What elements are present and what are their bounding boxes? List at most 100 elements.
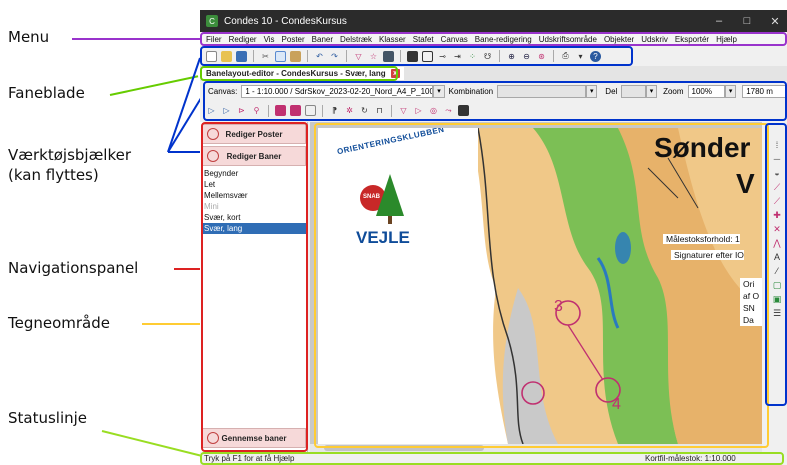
course-icon[interactable]: ☆ xyxy=(368,51,379,62)
chevron-down-icon[interactable]: ▾ xyxy=(575,51,586,62)
select-multi-icon[interactable]: ▷ xyxy=(221,105,232,116)
undo-icon[interactable]: ↶ xyxy=(314,51,325,62)
grid-icon[interactable] xyxy=(407,50,418,62)
club-badge-text: SNAB xyxy=(363,194,381,200)
minimize-button[interactable]: – xyxy=(705,10,733,32)
edit-controls-button[interactable]: Rediger Poster xyxy=(202,124,306,144)
toolbar-separator xyxy=(268,104,269,117)
key-icon[interactable]: ⊸ xyxy=(437,51,448,62)
cut-icon[interactable]: ✂ xyxy=(260,51,271,62)
new-file-icon[interactable] xyxy=(206,50,217,62)
zoom-in-icon[interactable]: ⊕ xyxy=(506,51,517,62)
canvas-select[interactable]: 1 - 1:10.000 / SdrSkov_2023-02-20_Nord_A… xyxy=(241,84,434,98)
menu-item-rediger[interactable]: Rediger xyxy=(229,35,257,44)
triangle-icon[interactable]: ▷ xyxy=(413,105,424,116)
object-line-icon[interactable]: ─ xyxy=(771,152,783,166)
export-icon[interactable]: ⇥ xyxy=(452,51,463,62)
map-canvas[interactable]: ORIENTERINGSKLUBBEN SNAB VEJLE Sønder V … xyxy=(318,128,762,444)
course-item-let[interactable]: Let xyxy=(202,179,306,190)
select-arrow-icon[interactable]: ▷ xyxy=(206,105,217,116)
object-image-icon[interactable]: ▣ xyxy=(771,292,783,306)
menu-item-stafet[interactable]: Stafet xyxy=(413,35,434,44)
object-zigzag-icon[interactable]: ⋀ xyxy=(771,236,783,250)
chevron-down-icon[interactable]: ▾ xyxy=(724,84,737,98)
drawing-area[interactable]: ORIENTERINGSKLUBBEN SNAB VEJLE Sønder V … xyxy=(310,122,762,452)
open-folder-icon[interactable] xyxy=(221,50,232,62)
link-icon[interactable]: ⚲ xyxy=(251,105,262,116)
chevron-down-icon[interactable]: ▾ xyxy=(433,84,445,98)
menu-item-bane-redigering[interactable]: Bane-redigering xyxy=(475,35,532,44)
clip-icon[interactable]: ⊓ xyxy=(374,105,385,116)
frame-icon[interactable] xyxy=(305,105,316,116)
object-cross-icon[interactable]: ✚ xyxy=(771,208,783,222)
remove-control-icon[interactable] xyxy=(290,105,301,116)
copy-icon[interactable] xyxy=(275,50,286,62)
menu-item-baner[interactable]: Baner xyxy=(312,35,333,44)
course-item-mellemsvaer[interactable]: Mellemsvær xyxy=(202,190,306,201)
course-item-mini[interactable]: Mini xyxy=(202,201,306,212)
draw-leg-icon[interactable]: ⊳ xyxy=(236,105,247,116)
menu-item-filer[interactable]: Filer xyxy=(206,35,222,44)
circle-control-icon[interactable]: ◎ xyxy=(428,105,439,116)
object-freehand-icon[interactable]: ⁄ xyxy=(771,264,783,278)
combination-label: Kombination xyxy=(448,86,494,96)
object-text-icon[interactable]: A xyxy=(771,250,783,264)
horizontal-scrollbar[interactable] xyxy=(310,444,762,452)
help-icon[interactable]: ? xyxy=(590,50,601,62)
chevron-down-icon[interactable]: ▾ xyxy=(645,84,658,98)
redo-icon[interactable]: ↷ xyxy=(329,51,340,62)
close-button[interactable]: ✕ xyxy=(761,10,787,32)
description-grid-icon[interactable] xyxy=(458,105,469,116)
zoom-select[interactable]: 100% xyxy=(687,84,725,98)
start-triangle-icon[interactable]: ▽ xyxy=(398,105,409,116)
scrollbar-thumb[interactable] xyxy=(324,445,484,451)
menu-item-eksporter[interactable]: Eksportér xyxy=(675,35,709,44)
object-x-icon[interactable]: ✕ xyxy=(771,222,783,236)
object-pattern-icon[interactable]: ⁞ xyxy=(771,138,783,152)
menu-item-canvas[interactable]: Canvas xyxy=(441,35,468,44)
course-item-begynder[interactable]: Begynder xyxy=(202,168,306,179)
close-tab-icon[interactable]: x xyxy=(390,69,400,78)
distance-field: 1780 m xyxy=(742,84,787,98)
menu-item-objekter[interactable]: Objekter xyxy=(604,35,634,44)
combination-select[interactable] xyxy=(497,84,587,98)
part-select[interactable] xyxy=(621,84,646,98)
menu-item-udskriftsomraade[interactable]: Udskriftsområde xyxy=(539,35,597,44)
menu-item-vis[interactable]: Vis xyxy=(264,35,275,44)
review-courses-button[interactable]: Gennemse baner xyxy=(202,428,306,448)
object-list-icon[interactable]: ☰ xyxy=(771,306,783,320)
paste-icon[interactable] xyxy=(290,50,301,62)
object-rect-icon[interactable]: ▢ xyxy=(771,278,783,292)
zoom-label: Zoom xyxy=(663,86,684,96)
control-point-icon[interactable]: ▽ xyxy=(353,51,364,62)
number-icon[interactable]: ⁋ xyxy=(329,105,340,116)
object-pen-icon[interactable]: ⟋ xyxy=(771,194,783,208)
menu-item-poster[interactable]: Poster xyxy=(282,35,305,44)
zoom-fit-icon[interactable]: ⊛ xyxy=(536,51,547,62)
menu-item-hjaelp[interactable]: Hjælp xyxy=(716,35,737,44)
dots-icon[interactable]: ⁘ xyxy=(467,51,478,62)
canvas-label: Canvas: xyxy=(208,86,238,96)
add-control-icon[interactable] xyxy=(275,105,286,116)
map-icon[interactable] xyxy=(383,50,394,62)
object-shape-icon[interactable]: ◒ xyxy=(771,166,783,180)
zoom-out-icon[interactable]: ⊖ xyxy=(521,51,532,62)
table-icon[interactable] xyxy=(422,50,433,62)
symbol-icon[interactable]: ✲ xyxy=(344,105,355,116)
course-item-svaer-kort[interactable]: Svær, kort xyxy=(202,212,306,223)
print-icon[interactable]: ⎙ xyxy=(560,51,571,62)
tab-course-layout-editor[interactable]: Banelayout-editor - CondesKursus - Svær,… xyxy=(202,67,404,80)
save-icon[interactable] xyxy=(236,50,247,62)
chevron-down-icon[interactable]: ▾ xyxy=(586,84,598,98)
object-curve-icon[interactable]: ⟋ xyxy=(771,180,783,194)
menu-item-delstraek[interactable]: Delstræk xyxy=(340,35,372,44)
maximize-button[interactable]: □ xyxy=(733,10,761,32)
menu-item-udskriv[interactable]: Udskriv xyxy=(641,35,668,44)
menu-item-klasser[interactable]: Klasser xyxy=(379,35,406,44)
course-item-svaer-lang[interactable]: Svær, lang xyxy=(202,223,306,234)
route-icon[interactable]: ⤳ xyxy=(443,105,454,116)
shape-icon[interactable]: ☋ xyxy=(482,51,493,62)
refresh-icon[interactable]: ↻ xyxy=(359,105,370,116)
edit-courses-button[interactable]: Rediger Baner xyxy=(202,146,306,166)
title-bar[interactable]: C Condes 10 - CondesKursus – □ ✕ xyxy=(200,10,787,32)
